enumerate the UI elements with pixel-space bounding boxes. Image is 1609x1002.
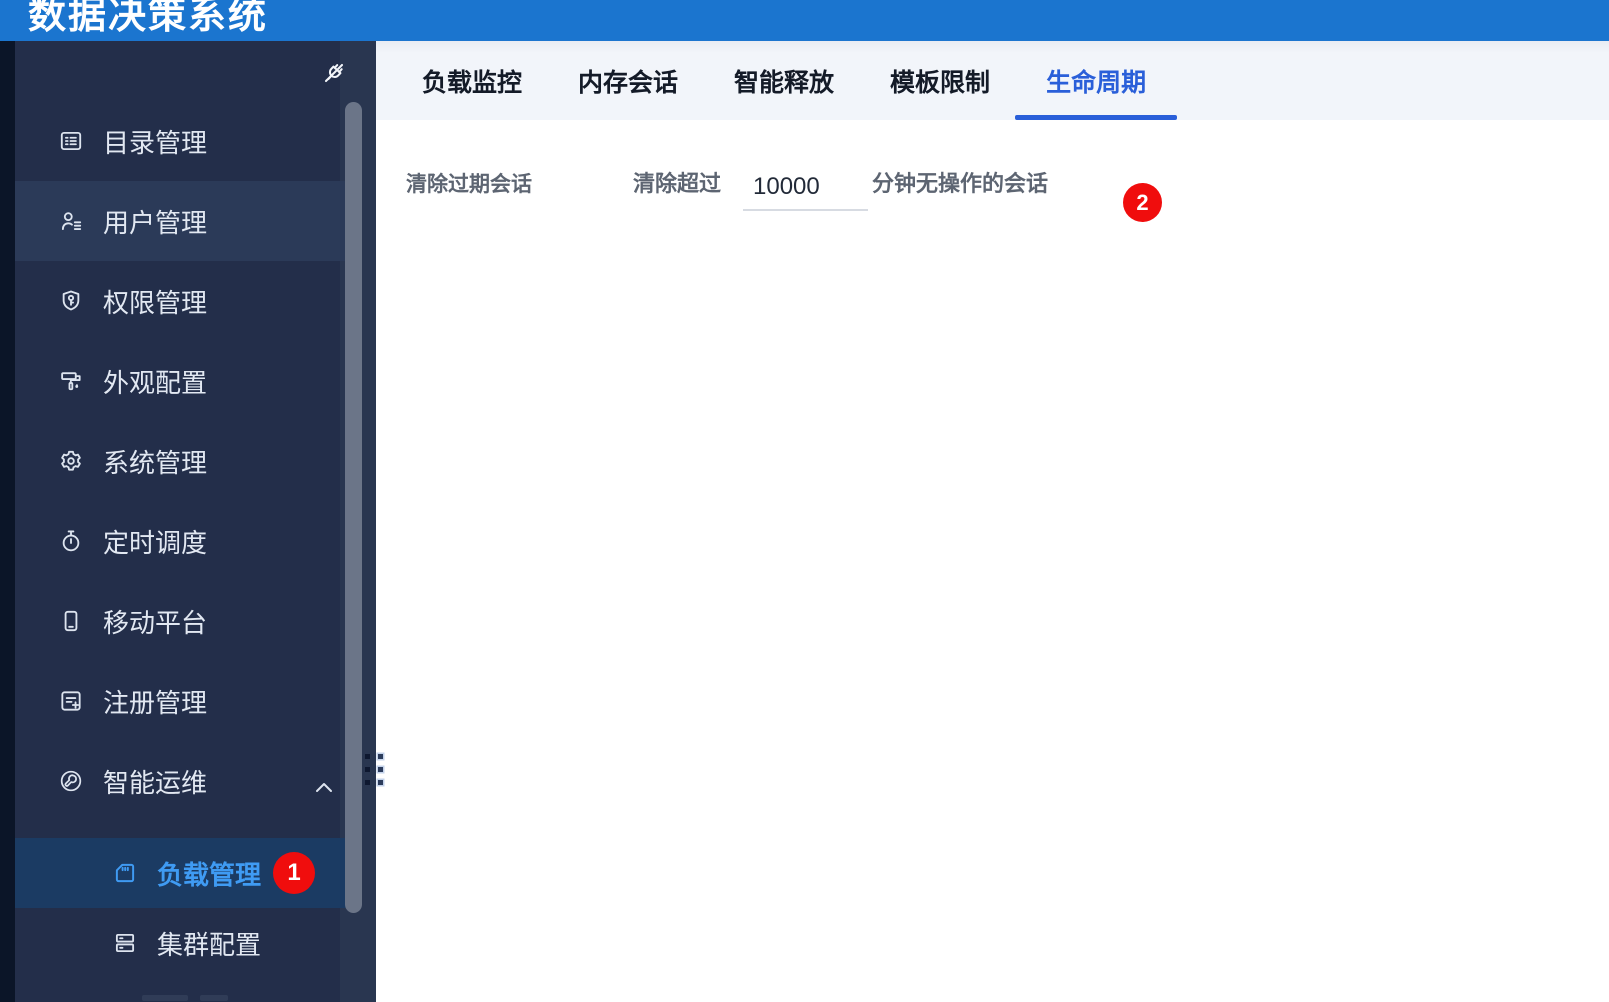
ops-icon [58, 768, 84, 794]
tab-bar: 负载监控 内存会话 智能释放 模板限制 生命周期 [376, 41, 1609, 120]
mobile-icon [58, 608, 84, 634]
sidebar-item-catalog[interactable]: 目录管理 [15, 101, 355, 181]
sidebar-menu: 目录管理 用户管理 权限管理 外观配置 系统管理 定时调度 移动平台 注册管理 … [15, 101, 355, 978]
sidebar-item-label: 用户管理 [103, 207, 208, 238]
step-badge-1: 1 [273, 852, 315, 894]
sidebar-subitem-load[interactable]: 负载管理 1 [15, 838, 355, 908]
sidebar-item-register[interactable]: 注册管理 [15, 661, 355, 741]
sidebar-subitem-cluster[interactable]: 集群配置 [15, 908, 355, 978]
clipped-next-item [200, 995, 228, 1001]
users-icon [58, 208, 84, 234]
sidebar-item-label: 外观配置 [103, 367, 208, 398]
sidebar-scrollbar-thumb[interactable] [345, 102, 362, 913]
sidebar: 目录管理 用户管理 权限管理 外观配置 系统管理 定时调度 移动平台 注册管理 … [0, 41, 376, 1002]
sidebar-item-label: 权限管理 [103, 287, 208, 318]
sidebar-item-label: 注册管理 [103, 687, 208, 718]
sidebar-item-permissions[interactable]: 权限管理 [15, 261, 355, 341]
unpin-sidebar-button[interactable] [316, 53, 352, 93]
minutes-inactive-label: 分钟无操作的会话 [872, 171, 1049, 196]
sidebar-subitem-label: 集群配置 [157, 929, 262, 960]
load-icon [112, 860, 138, 886]
cluster-icon [112, 930, 138, 956]
clipped-next-item [142, 995, 188, 1001]
sidebar-item-label: 定时调度 [103, 527, 208, 558]
timeout-minutes-input[interactable] [743, 168, 868, 211]
app-title: 数据决策系统 [28, 0, 269, 37]
catalog-icon [58, 128, 84, 154]
chevron-up-icon [311, 774, 337, 800]
top-bar: 数据决策系统 [0, 0, 1609, 41]
clear-over-label: 清除超过 [633, 171, 722, 196]
step-badge-2: 2 [1123, 183, 1162, 222]
app-window: 数据决策系统 目录管理 用户管理 权限管理 外观配置 系统管理 定时调度 移动平… [0, 0, 1609, 1002]
sidebar-item-label: 移动平台 [103, 607, 208, 638]
sidebar-submenu-ops: 负载管理 1 集群配置 [15, 838, 355, 978]
tab-load-monitor[interactable]: 负载监控 [422, 41, 522, 120]
tab-lifecycle[interactable]: 生命周期 [1015, 41, 1178, 120]
sidebar-item-system[interactable]: 系统管理 [15, 421, 355, 501]
tab-smart-release[interactable]: 智能释放 [734, 41, 834, 120]
sidebar-item-mobile[interactable]: 移动平台 [15, 581, 355, 661]
sidebar-item-ops[interactable]: 智能运维 [15, 741, 355, 821]
sidebar-item-label: 目录管理 [103, 127, 208, 158]
clear-expired-session-label: 清除过期会话 [406, 173, 532, 196]
sidebar-subitem-label: 负载管理 [157, 859, 262, 890]
schedule-icon [58, 528, 84, 554]
sidebar-item-schedule[interactable]: 定时调度 [15, 501, 355, 581]
unpin-icon [321, 60, 347, 86]
sidebar-item-users[interactable]: 用户管理 [15, 181, 355, 261]
sidebar-edge-strip [0, 41, 15, 1002]
system-icon [58, 448, 84, 474]
sidebar-item-label: 智能运维 [103, 767, 208, 798]
appearance-icon [58, 368, 84, 394]
tab-template-limit[interactable]: 模板限制 [890, 41, 990, 120]
permission-icon [58, 288, 84, 314]
sidebar-item-label: 系统管理 [103, 447, 208, 478]
tab-memory-session[interactable]: 内存会话 [578, 41, 678, 120]
sidebar-item-appearance[interactable]: 外观配置 [15, 341, 355, 421]
register-icon [58, 688, 84, 714]
